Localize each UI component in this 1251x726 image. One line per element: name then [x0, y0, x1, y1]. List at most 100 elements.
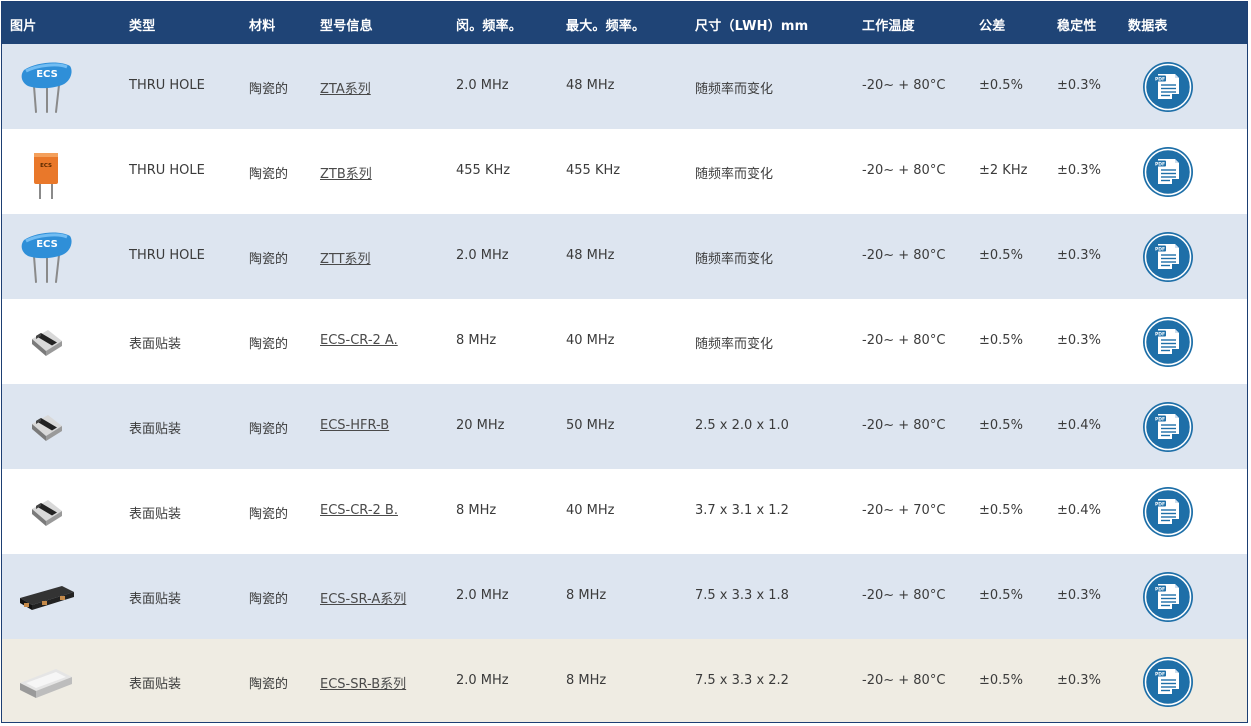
cell-size: 随频率而变化: [695, 82, 774, 97]
pdf-datasheet-icon[interactable]: PDF: [1142, 316, 1194, 368]
model-link[interactable]: ECS-CR-2 A.: [320, 333, 398, 348]
cell-tolerance: ±0.5%: [979, 333, 1023, 348]
pdf-label: PDF: [1155, 501, 1165, 507]
pdf-datasheet-icon[interactable]: PDF: [1142, 486, 1194, 538]
cell-temp: -20~ + 80°C: [862, 673, 946, 688]
ceramic-resonator-blue-icon: ECS: [16, 58, 76, 116]
table-row: 表面贴装 陶瓷的 ECS-CR-2 B. 8 MHz 40 MHz 3.7 x …: [2, 469, 1247, 554]
cell-temp: -20~ + 80°C: [862, 418, 946, 433]
cell-material: 陶瓷的: [249, 82, 289, 97]
header-type: 类型: [129, 19, 156, 34]
cell-size: 7.5 x 3.3 x 1.8: [695, 588, 789, 603]
smd-silver-resonator-icon: [16, 653, 76, 711]
cell-stability: ±0.3%: [1057, 673, 1101, 688]
model-link[interactable]: ECS-SR-B系列: [320, 673, 406, 692]
pdf-datasheet-icon[interactable]: PDF: [1142, 656, 1194, 708]
table-row: 表面贴装 陶瓷的 ECS-CR-2 A. 8 MHz 40 MHz 随频率而变化…: [2, 299, 1247, 384]
cell-max-freq: 8 MHz: [566, 673, 607, 688]
pdf-label: PDF: [1155, 671, 1165, 677]
pdf-datasheet-icon[interactable]: PDF: [1142, 61, 1194, 113]
cell-stability: ±0.4%: [1057, 418, 1101, 433]
cell-stability: ±0.3%: [1057, 78, 1101, 93]
table-row: 表面贴装 陶瓷的 ECS-SR-B系列 2.0 MHz 8 MHz 7.5 x …: [2, 639, 1247, 722]
header-model: 型号信息: [320, 19, 373, 34]
cell-material: 陶瓷的: [249, 677, 289, 692]
cell-max-freq: 48 MHz: [566, 78, 615, 93]
cell-stability: ±0.3%: [1057, 588, 1101, 603]
pdf-datasheet-icon[interactable]: PDF: [1142, 146, 1194, 198]
cell-temp: -20~ + 70°C: [862, 503, 946, 518]
cell-type: 表面贴装: [129, 677, 182, 692]
cell-type: 表面贴装: [129, 507, 182, 522]
header-max-freq: 最大。频率。: [566, 19, 646, 34]
cell-max-freq: 40 MHz: [566, 333, 615, 348]
cell-tolerance: ±0.5%: [979, 78, 1023, 93]
cell-type: THRU HOLE: [129, 248, 205, 263]
pdf-datasheet-icon[interactable]: PDF: [1142, 231, 1194, 283]
cell-type: 表面贴装: [129, 592, 182, 607]
pdf-label: PDF: [1155, 331, 1165, 337]
cell-material: 陶瓷的: [249, 592, 289, 607]
cell-size: 7.5 x 3.3 x 2.2: [695, 673, 789, 688]
cell-material: 陶瓷的: [249, 337, 289, 352]
ecs-logo-text: ECS: [36, 69, 58, 80]
ecs-logo-text: ECS: [36, 239, 58, 250]
header-stability: 稳定性: [1057, 19, 1097, 34]
cell-max-freq: 50 MHz: [566, 418, 615, 433]
model-link[interactable]: ZTT系列: [320, 248, 371, 267]
cell-type: 表面贴装: [129, 422, 182, 437]
cell-tolerance: ±0.5%: [979, 248, 1023, 263]
header-size: 尺寸（LWH）mm: [695, 19, 809, 34]
cell-min-freq: 455 KHz: [456, 163, 511, 178]
cell-temp: -20~ + 80°C: [862, 588, 946, 603]
cell-max-freq: 48 MHz: [566, 248, 615, 263]
cell-stability: ±0.3%: [1057, 163, 1101, 178]
pdf-label: PDF: [1155, 161, 1165, 167]
cell-tolerance: ±0.5%: [979, 588, 1023, 603]
smd-resonator-icon: [16, 313, 76, 371]
model-link[interactable]: ECS-SR-A系列: [320, 588, 406, 607]
cell-material: 陶瓷的: [249, 422, 289, 437]
cell-type: 表面贴装: [129, 337, 182, 352]
header-temp: 工作温度: [862, 19, 915, 34]
cell-min-freq: 2.0 MHz: [456, 673, 509, 688]
smd-resonator-icon: [16, 398, 76, 456]
model-link[interactable]: ZTB系列: [320, 163, 372, 182]
cell-tolerance: ±0.5%: [979, 503, 1023, 518]
cell-tolerance: ±0.5%: [979, 673, 1023, 688]
pdf-label: PDF: [1155, 586, 1165, 592]
cell-tolerance: ±0.5%: [979, 418, 1023, 433]
model-link[interactable]: ECS-HFR-B: [320, 418, 389, 433]
cell-min-freq: 2.0 MHz: [456, 248, 509, 263]
cell-temp: -20~ + 80°C: [862, 78, 946, 93]
model-link[interactable]: ECS-CR-2 B.: [320, 503, 398, 518]
model-link[interactable]: ZTA系列: [320, 78, 371, 97]
cell-stability: ±0.4%: [1057, 503, 1101, 518]
cell-temp: -20~ + 80°C: [862, 163, 946, 178]
product-table: 图片 类型 材料 型号信息 闵。频率。 最大。频率。 尺寸（LWH）mm 工作温…: [1, 1, 1248, 723]
header-min-freq: 闵。频率。: [456, 19, 523, 34]
cell-temp: -20~ + 80°C: [862, 333, 946, 348]
cell-type: THRU HOLE: [129, 78, 205, 93]
cell-size: 随频率而变化: [695, 167, 774, 182]
cell-min-freq: 2.0 MHz: [456, 588, 509, 603]
pdf-label: PDF: [1155, 76, 1165, 82]
cell-material: 陶瓷的: [249, 252, 289, 267]
header-tolerance: 公差: [979, 19, 1006, 34]
pdf-label: PDF: [1155, 246, 1165, 252]
cell-type: THRU HOLE: [129, 163, 205, 178]
cell-tolerance: ±2 KHz: [979, 163, 1028, 178]
ecs-logo-text: ECS: [40, 163, 52, 169]
ceramic-resonator-orange-icon: ECS: [16, 143, 76, 201]
pdf-datasheet-icon[interactable]: PDF: [1142, 571, 1194, 623]
cell-size: 3.7 x 3.1 x 1.2: [695, 503, 789, 518]
table-row: ECS THRU HOLE 陶瓷的 ZTA系列 2.0 MHz 48 MHz 随…: [2, 44, 1247, 129]
header-image: 图片: [10, 19, 37, 34]
cell-stability: ±0.3%: [1057, 333, 1101, 348]
cell-min-freq: 2.0 MHz: [456, 78, 509, 93]
header-material: 材料: [249, 19, 276, 34]
pdf-datasheet-icon[interactable]: PDF: [1142, 401, 1194, 453]
table-row: 表面贴装 陶瓷的 ECS-HFR-B 20 MHz 50 MHz 2.5 x 2…: [2, 384, 1247, 469]
smd-black-resonator-icon: [16, 568, 76, 626]
table-row: ECS THRU HOLE 陶瓷的 ZTT系列 2.0 MHz 48 MHz 随…: [2, 214, 1247, 299]
